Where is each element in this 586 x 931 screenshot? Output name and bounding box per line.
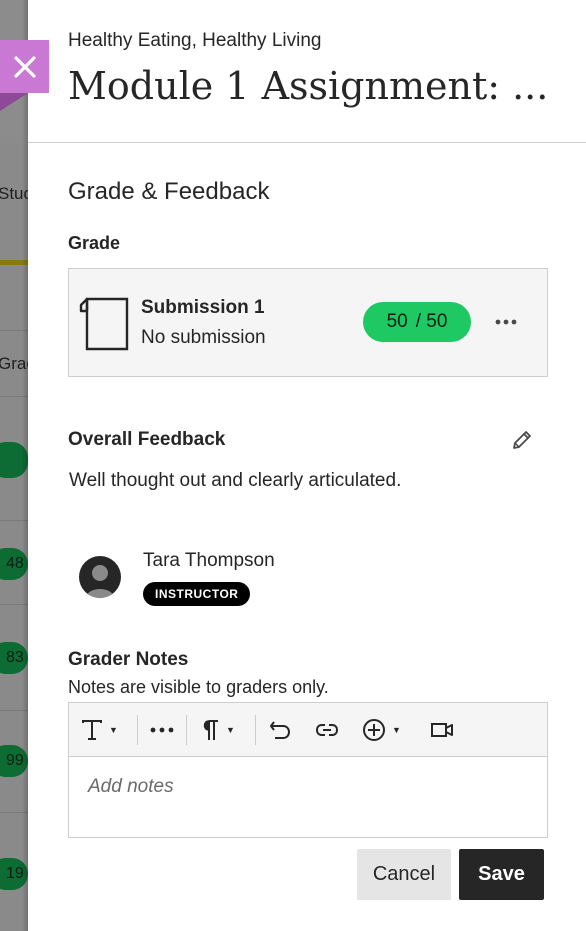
undo-button[interactable] <box>269 716 291 744</box>
link-icon <box>315 724 339 736</box>
pencil-icon[interactable] <box>510 428 534 452</box>
grading-panel: Healthy Eating, Healthy Living Module 1 … <box>28 0 586 931</box>
text-format-icon <box>82 720 102 740</box>
insert-content-button[interactable]: ▼ <box>362 716 401 744</box>
grade-feedback-heading: Grade & Feedback <box>68 178 270 205</box>
more-formatting-button[interactable] <box>150 716 174 744</box>
grade-max-score: / 50 <box>415 311 448 332</box>
overall-feedback-text: Well thought out and clearly articulated… <box>69 470 402 491</box>
document-icon <box>79 297 129 351</box>
grader-notes-help-text: Notes are visible to graders only. <box>68 677 329 697</box>
grade-score: 50 <box>386 311 408 332</box>
submission-card[interactable]: Submission 1 No submission 50 / 50 <box>68 268 548 377</box>
notes-editor: ▼ ▼ ▼ Add notes <box>68 702 548 838</box>
paragraph-button[interactable]: ▼ <box>200 716 235 744</box>
undo-icon <box>270 721 291 739</box>
user-silhouette-icon <box>86 565 114 598</box>
instructor-name: Tara Thompson <box>143 550 275 571</box>
toolbar-separator <box>255 715 256 745</box>
course-name: Healthy Eating, Healthy Living <box>68 30 322 51</box>
role-badge: INSTRUCTOR <box>143 582 251 606</box>
cancel-button[interactable]: Cancel <box>357 849 451 900</box>
toolbar-separator <box>186 715 187 745</box>
grader-notes-input[interactable] <box>69 758 547 837</box>
insert-link-button[interactable] <box>315 716 339 744</box>
close-icon <box>13 55 36 78</box>
avatar <box>79 556 121 598</box>
chevron-down-icon: ▼ <box>226 725 235 735</box>
grade-score-pill[interactable]: 50 / 50 <box>363 302 471 342</box>
paragraph-icon <box>203 720 218 740</box>
editor-toolbar: ▼ ▼ ▼ <box>69 703 547 757</box>
assignment-title: Module 1 Assignment: ... <box>68 64 549 108</box>
text-format-button[interactable]: ▼ <box>81 716 118 744</box>
grader-notes-heading: Grader Notes <box>68 649 189 670</box>
header-divider <box>28 142 586 143</box>
insert-content-icon <box>363 719 385 741</box>
submission-title: Submission 1 <box>141 297 265 318</box>
more-options-icon <box>150 727 174 733</box>
close-tab-fold <box>0 93 28 111</box>
chevron-down-icon: ▼ <box>392 725 401 735</box>
overall-feedback-heading: Overall Feedback <box>68 429 226 450</box>
submission-status: No submission <box>141 327 266 348</box>
save-button[interactable]: Save <box>459 849 544 900</box>
more-options-icon[interactable] <box>493 309 519 335</box>
close-panel-button[interactable] <box>0 40 49 93</box>
video-icon <box>431 723 453 737</box>
chevron-down-icon: ▼ <box>109 725 118 735</box>
grade-label: Grade <box>68 233 121 253</box>
toolbar-separator <box>137 715 138 745</box>
record-video-button[interactable] <box>430 716 454 744</box>
